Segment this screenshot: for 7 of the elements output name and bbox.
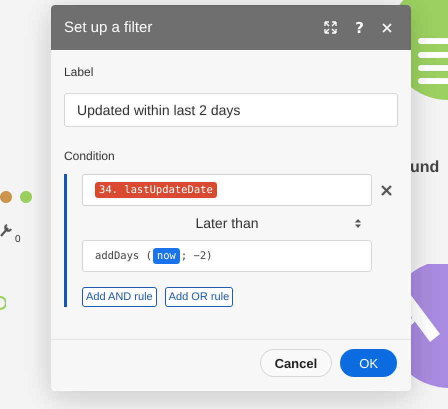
field-label: Condition — [64, 149, 116, 163]
field-label: Label — [64, 65, 94, 79]
expression-text: addDays ( — [95, 250, 152, 262]
expression-text: ; −2) — [180, 250, 212, 262]
settings-count: 0 — [15, 234, 21, 245]
module-label: und — [410, 159, 440, 177]
dialog-title: Set up a filter — [64, 19, 154, 36]
